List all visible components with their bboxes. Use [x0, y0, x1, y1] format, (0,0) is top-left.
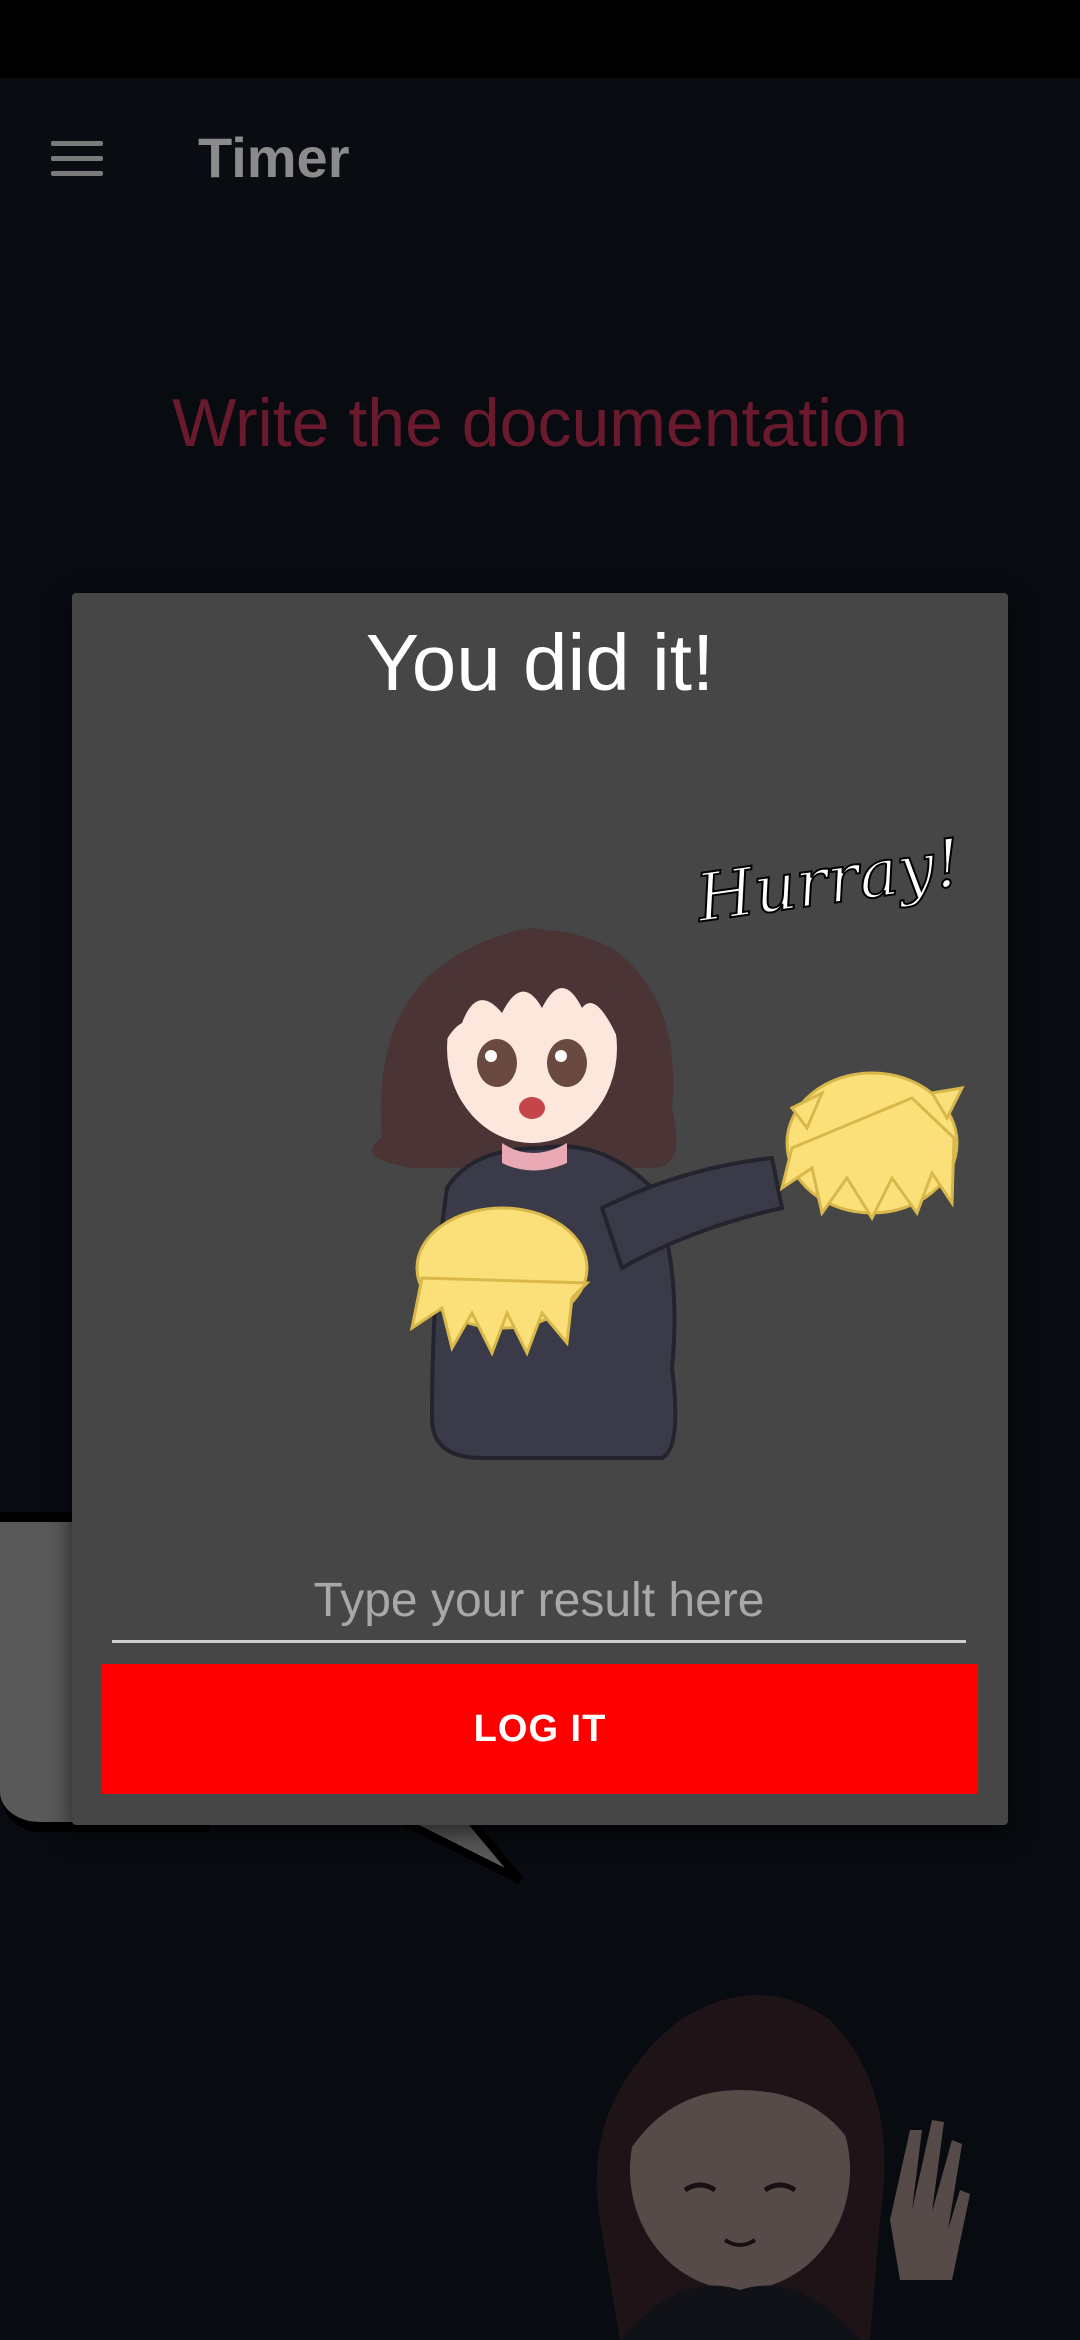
dialog-title: You did it! — [365, 618, 715, 707]
app-title: Timer — [198, 126, 350, 189]
completion-dialog: You did it! Hurray! Type your result her… — [72, 593, 1008, 1825]
waving-character-illustration — [596, 1995, 970, 2340]
app-bar: Timer — [0, 78, 1080, 238]
log-it-button[interactable]: LOG IT — [102, 1664, 978, 1794]
hamburger-menu-icon[interactable] — [30, 118, 124, 198]
sticker-caption: Hurray! — [691, 824, 966, 937]
status-bar — [0, 0, 1080, 78]
task-title: Write the documentation — [172, 385, 908, 461]
result-input[interactable] — [112, 1568, 966, 1643]
cheering-girl-sticker: Hurray! — [372, 823, 967, 1460]
